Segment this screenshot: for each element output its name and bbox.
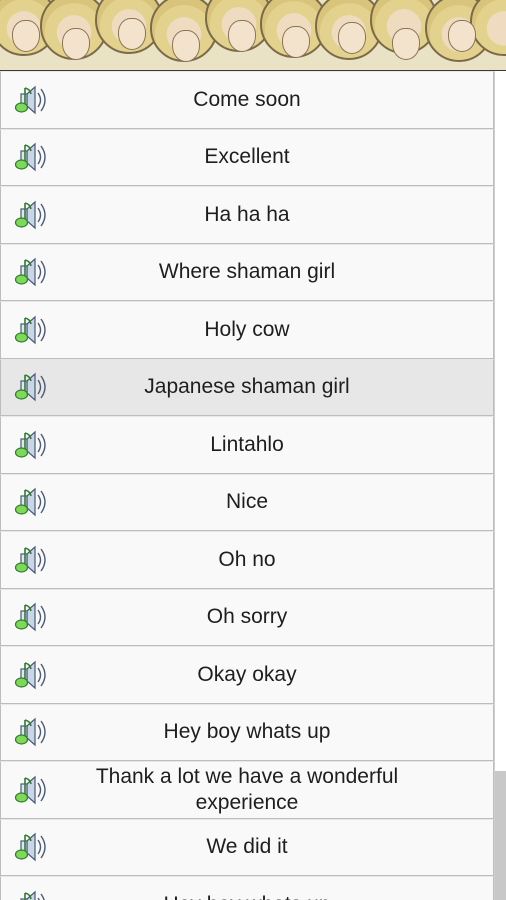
header-banner-image <box>0 0 506 72</box>
sound-list-item-label: Thank a lot we have a wonderful experien… <box>95 764 399 814</box>
sound-list-item[interactable]: Thank a lot we have a wonderful experien… <box>0 761 494 819</box>
speaker-music-note-icon <box>20 890 45 900</box>
sound-list-item-label: Where shaman girl <box>158 260 336 284</box>
sound-list-item[interactable]: Lintahlo <box>0 416 494 474</box>
sound-list-item-label: Excellent <box>204 145 290 169</box>
sound-list-item[interactable]: Okay okay <box>0 646 494 704</box>
sound-list-item-label: Holy cow <box>204 317 290 341</box>
sound-list-item-label: Nice <box>225 490 268 514</box>
sound-list-item-label: Oh no <box>218 547 276 571</box>
speaker-music-note-icon <box>14 200 46 230</box>
scrollbar-thumb[interactable] <box>495 771 506 900</box>
sound-list-item[interactable]: Hey boy whats up <box>0 703 494 761</box>
sound-list-item[interactable]: Nice <box>0 473 494 531</box>
sound-list-item-label: Japanese shaman girl <box>144 375 350 399</box>
sound-list-item[interactable]: Japanese shaman girl <box>0 358 494 416</box>
scrollbar[interactable] <box>494 71 506 900</box>
sound-list-item-label: Okay okay <box>197 662 297 686</box>
speaker-music-note-icon <box>14 545 46 575</box>
sound-list-item-label: Lintahlo <box>210 432 284 456</box>
sound-list-item-label: Oh sorry <box>206 605 288 629</box>
sound-list-item[interactable]: Holy cow <box>0 301 494 359</box>
sound-list-item-label: Hey boy whats up <box>163 720 331 744</box>
sound-list-item[interactable]: Come soon <box>0 71 494 129</box>
sound-list-item[interactable]: Oh sorry <box>0 588 494 646</box>
speaker-music-note-icon <box>14 430 46 460</box>
speaker-music-note-icon <box>14 832 46 862</box>
sound-list-item[interactable]: Excellent <box>0 128 494 186</box>
sound-list-item-label: Hey boy whats up <box>104 892 391 900</box>
speaker-music-note-icon <box>14 602 46 632</box>
sound-list-item[interactable]: Ha ha ha <box>0 186 494 244</box>
sound-list-item-label: Come soon <box>193 87 301 111</box>
speaker-music-note-icon <box>14 487 46 517</box>
speaker-music-note-icon <box>14 315 46 345</box>
sound-list-item-label: Ha ha ha <box>204 202 290 226</box>
speaker-music-note-icon <box>14 142 46 172</box>
sound-list-item[interactable]: Hey boy whats up <box>0 876 494 900</box>
sound-list-item[interactable]: Where shaman girl <box>0 243 494 301</box>
sound-list-item[interactable]: Oh no <box>0 531 494 589</box>
speaker-music-note-icon <box>14 717 46 747</box>
speaker-music-note-icon <box>14 372 46 402</box>
speaker-music-note-icon <box>14 85 46 115</box>
speaker-music-note-icon <box>14 775 46 805</box>
sound-list-item[interactable]: We did it <box>0 818 494 876</box>
sound-list-item-label: We did it <box>206 835 288 859</box>
sound-list: Come soon Excellent Ha ha ha Where shama… <box>0 71 494 900</box>
speaker-music-note-icon <box>14 660 46 690</box>
speaker-music-note-icon <box>14 257 46 287</box>
